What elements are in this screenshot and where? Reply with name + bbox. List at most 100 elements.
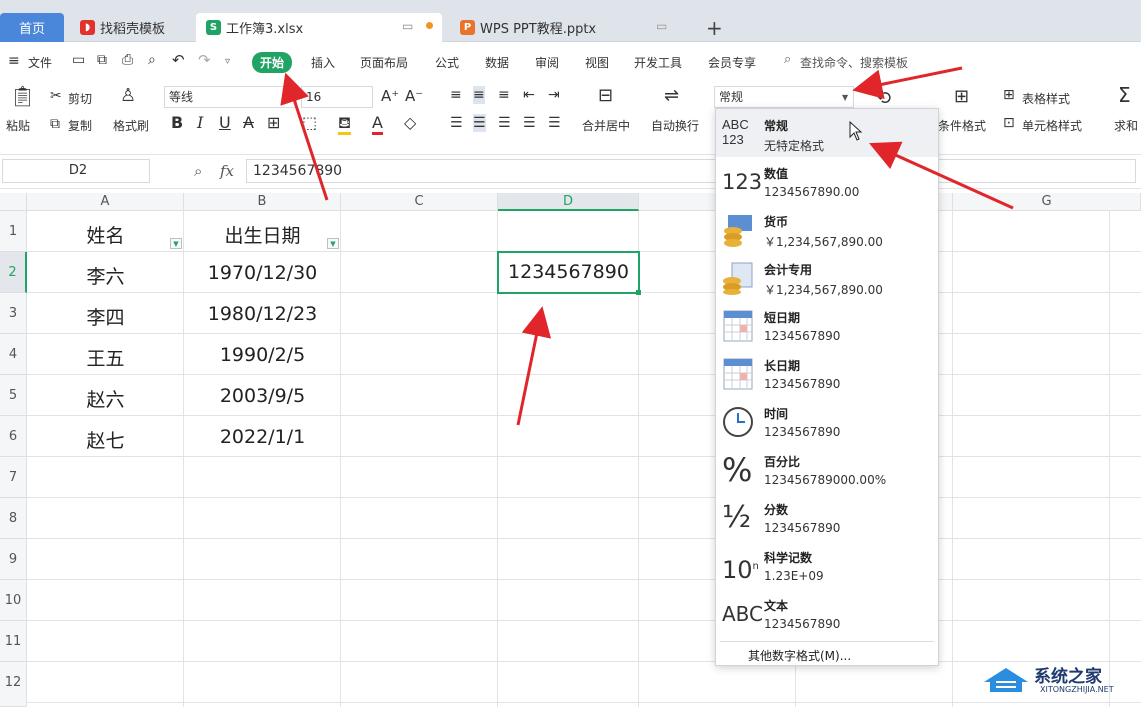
underline-icon[interactable]: U: [219, 114, 231, 132]
align-center-icon[interactable]: ☰: [473, 114, 486, 132]
row-header[interactable]: 12: [0, 662, 27, 707]
align-left-icon[interactable]: ☰: [450, 114, 463, 132]
save-icon[interactable]: ▭: [72, 52, 85, 68]
cell-name[interactable]: 李六: [27, 262, 184, 289]
row-header[interactable]: 2: [0, 252, 27, 293]
wrap-text-button[interactable]: 自动换行: [651, 117, 699, 134]
filter-dropdown-icon[interactable]: ▼: [170, 238, 182, 249]
menu-review[interactable]: 审阅: [535, 54, 559, 71]
zoom-icon[interactable]: ⌕: [194, 162, 202, 180]
column-header-b[interactable]: B: [184, 193, 341, 211]
cell-name[interactable]: 赵六: [27, 385, 184, 412]
cell-date[interactable]: 1990/2/5: [184, 344, 341, 366]
cell-date[interactable]: 1980/12/23: [184, 303, 341, 325]
monitor-icon[interactable]: ▭: [656, 19, 667, 33]
format-option-general[interactable]: ABC 123 常规 无特定格式: [716, 109, 938, 157]
cell-date[interactable]: 2022/1/1: [184, 426, 341, 448]
search-command[interactable]: 查找命令、搜索模板: [800, 54, 908, 71]
strikethrough-icon[interactable]: A: [243, 114, 254, 132]
menu-dev-tools[interactable]: 开发工具: [634, 54, 682, 71]
tab-workbook[interactable]: S 工作簿3.xlsx ▭: [196, 13, 442, 42]
format-option-number[interactable]: 123 数值 1234567890.00: [716, 157, 938, 205]
column-header-d[interactable]: D: [498, 193, 639, 211]
row-header[interactable]: 7: [0, 457, 27, 498]
print-icon[interactable]: ⎙: [122, 52, 133, 68]
selected-cell-d2[interactable]: 1234567890: [497, 251, 640, 294]
tab-template[interactable]: ◗ 找稻壳模板: [72, 13, 190, 42]
format-option-currency[interactable]: 货币 ￥1,234,567,890.00: [716, 205, 938, 253]
row-header[interactable]: 8: [0, 498, 27, 539]
new-tab-button[interactable]: +: [706, 13, 728, 42]
row-header[interactable]: 4: [0, 334, 27, 375]
format-option-text[interactable]: ABC 文本 1234567890: [716, 589, 938, 637]
quick-access-dropdown-icon[interactable]: ▿: [225, 56, 230, 67]
menu-insert[interactable]: 插入: [311, 54, 335, 71]
format-option-long-date[interactable]: 长日期 1234567890: [716, 349, 938, 397]
formula-input[interactable]: 1234567890: [246, 159, 1136, 183]
cell-b1-dob-header[interactable]: 出生日期: [184, 221, 341, 248]
paste-button[interactable]: 粘贴: [6, 117, 30, 134]
number-format-select[interactable]: 常规: [714, 86, 854, 108]
border-icon[interactable]: ⊞: [267, 114, 280, 132]
cell-date[interactable]: 1970/12/30: [184, 262, 341, 284]
menu-view[interactable]: 视图: [585, 54, 609, 71]
font-name-select[interactable]: 等线: [164, 86, 297, 108]
merge-center-button[interactable]: 合并居中: [582, 117, 630, 134]
align-middle-icon[interactable]: ≡: [473, 86, 485, 104]
italic-icon[interactable]: I: [197, 114, 203, 132]
row-header[interactable]: 9: [0, 539, 27, 580]
column-header-a[interactable]: A: [27, 193, 184, 211]
format-painter-button[interactable]: 格式刷: [113, 117, 149, 134]
table-style-button[interactable]: 表格样式: [1022, 90, 1070, 107]
tab-ppt[interactable]: P WPS PPT教程.pptx ▭: [448, 13, 698, 42]
column-header-g[interactable]: G: [953, 193, 1141, 211]
menu-formula[interactable]: 公式: [435, 54, 459, 71]
format-option-short-date[interactable]: 短日期 1234567890: [716, 301, 938, 349]
menu-member[interactable]: 会员专享: [708, 54, 756, 71]
align-right-icon[interactable]: ☰: [498, 114, 511, 132]
cond-format-button[interactable]: 条件格式: [938, 117, 986, 134]
cell-date[interactable]: 2003/9/5: [184, 385, 341, 407]
format-option-fraction[interactable]: ½ 分数 1234567890: [716, 493, 938, 541]
clear-format-icon[interactable]: ◇: [404, 114, 416, 132]
fill-handle[interactable]: [636, 290, 641, 295]
format-option-percent[interactable]: % 百分比 123456789000.00%: [716, 445, 938, 493]
column-header-c[interactable]: C: [341, 193, 498, 211]
cut-button[interactable]: 剪切: [68, 90, 92, 107]
align-top-icon[interactable]: ≡: [450, 86, 462, 104]
fill-color-icon[interactable]: ⛾: [338, 114, 352, 135]
align-bottom-icon[interactable]: ≡: [498, 86, 510, 104]
cell-name[interactable]: 王五: [27, 344, 184, 371]
number-format-dropdown-arrow[interactable]: ▼: [842, 93, 848, 102]
row-header[interactable]: 10: [0, 580, 27, 621]
hamburger-icon[interactable]: ≡: [8, 53, 20, 69]
monitor-icon[interactable]: ▭: [402, 19, 413, 33]
convert-icon[interactable]: ⟲: [876, 90, 891, 108]
menu-start[interactable]: 开始: [252, 52, 293, 73]
indent-increase-icon[interactable]: ⇥: [548, 86, 560, 104]
justify-icon[interactable]: ☰: [523, 114, 536, 132]
font-grow-icon[interactable]: A⁺: [381, 87, 399, 105]
distributed-icon[interactable]: ☰: [548, 114, 561, 132]
format-option-accounting[interactable]: 会计专用 ￥1,234,567,890.00: [716, 253, 938, 301]
font-size-select[interactable]: 16: [301, 86, 373, 108]
format-option-time[interactable]: 时间 1234567890: [716, 397, 938, 445]
name-box[interactable]: D2: [2, 159, 150, 183]
export-icon[interactable]: ⧉: [97, 52, 107, 68]
redo-icon[interactable]: ↷: [198, 51, 211, 69]
menu-file[interactable]: 文件: [28, 54, 52, 71]
fx-label[interactable]: fx: [220, 162, 234, 180]
copy-button[interactable]: 复制: [68, 117, 92, 134]
undo-icon[interactable]: ↶: [172, 51, 185, 69]
cell-style-button[interactable]: 单元格样式: [1022, 117, 1082, 134]
indent-decrease-icon[interactable]: ⇤: [523, 86, 535, 104]
font-shrink-icon[interactable]: A⁻: [405, 87, 423, 105]
filter-dropdown-icon[interactable]: ▼: [327, 238, 339, 249]
fill-style-icon[interactable]: ⬚: [302, 114, 317, 132]
font-color-icon[interactable]: A: [372, 114, 383, 135]
corner-select-all[interactable]: [0, 193, 27, 211]
cell-name[interactable]: 赵七: [27, 426, 184, 453]
row-header[interactable]: 11: [0, 621, 27, 662]
tab-home[interactable]: 首页: [0, 13, 64, 42]
row-header[interactable]: 6: [0, 416, 27, 457]
